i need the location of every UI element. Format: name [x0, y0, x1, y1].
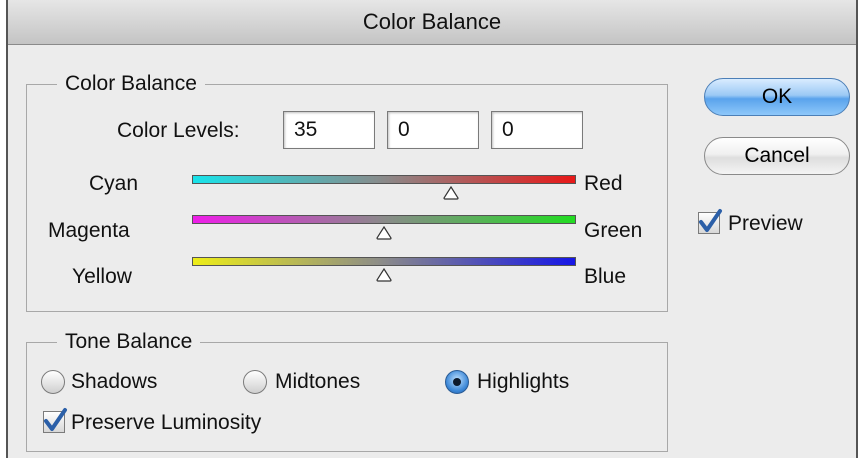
- highlights-label[interactable]: Highlights: [477, 369, 569, 395]
- preserve-luminosity-checkbox[interactable]: [43, 408, 67, 433]
- magenta-green-level-field[interactable]: 0: [387, 111, 479, 149]
- slider-thumb-icon: [443, 185, 459, 200]
- slider-label-blue: Blue: [584, 265, 627, 288]
- color-levels-label: Color Levels:: [117, 119, 240, 142]
- cyan-red-slider-thumb[interactable]: [443, 185, 459, 200]
- preview-checkbox[interactable]: [698, 209, 722, 234]
- slider-label-yellow: Yellow: [72, 265, 132, 288]
- tone-balance-legend: Tone Balance: [57, 329, 201, 355]
- checkmark-icon: [44, 408, 67, 431]
- cyan-red-slider-track[interactable]: [192, 175, 576, 184]
- midtones-label[interactable]: Midtones: [275, 369, 360, 395]
- preserve-luminosity-label[interactable]: Preserve Luminosity: [71, 410, 261, 436]
- slider-label-red: Red: [584, 172, 623, 195]
- slider-label-cyan: Cyan: [89, 172, 139, 195]
- yellow-blue-slider-thumb[interactable]: [376, 267, 392, 282]
- ok-button[interactable]: OK: [704, 78, 850, 116]
- color-balance-group: Color Balance Color Levels: 35 0 0 Cyan …: [26, 71, 668, 312]
- preview-label[interactable]: Preview: [728, 211, 803, 237]
- cyan-red-level-field[interactable]: 35: [283, 111, 375, 149]
- magenta-green-slider-thumb[interactable]: [376, 225, 392, 240]
- shadows-radio[interactable]: [41, 370, 65, 394]
- color-balance-legend: Color Balance: [57, 71, 205, 97]
- radio-selected-dot: [453, 378, 461, 386]
- magenta-green-slider-track[interactable]: [192, 215, 576, 224]
- slider-label-magenta: Magenta: [48, 219, 130, 242]
- dialog-title: Color Balance: [8, 0, 856, 45]
- yellow-blue-slider-track[interactable]: [192, 257, 576, 266]
- checkmark-icon: [699, 209, 722, 232]
- tone-balance-group: Tone Balance Shadows Midtones Highlights…: [26, 329, 668, 452]
- slider-label-green: Green: [584, 219, 643, 242]
- highlights-radio[interactable]: [445, 370, 469, 394]
- yellow-blue-level-field[interactable]: 0: [491, 111, 583, 149]
- slider-thumb-icon: [376, 225, 392, 240]
- cancel-button[interactable]: Cancel: [704, 137, 850, 175]
- color-balance-dialog: Color Balance Color Balance Color Levels…: [6, 0, 858, 458]
- shadows-label[interactable]: Shadows: [71, 369, 157, 395]
- slider-thumb-icon: [376, 267, 392, 282]
- midtones-radio[interactable]: [243, 370, 267, 394]
